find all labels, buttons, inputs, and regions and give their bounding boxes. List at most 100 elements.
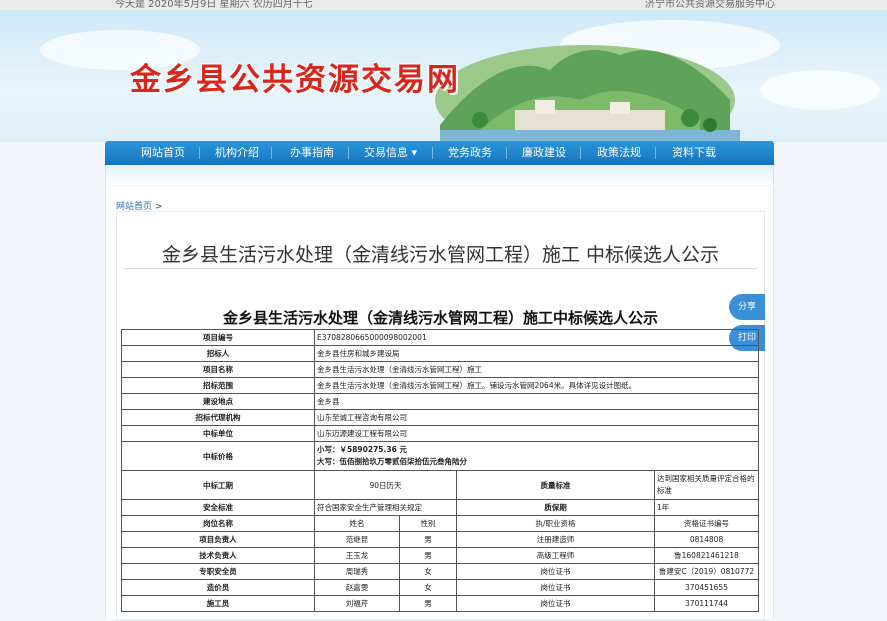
period-value: 90日历天 (314, 470, 457, 500)
safety-value: 符合国家安全生产管理相关规定 (314, 499, 457, 516)
table-row: 项目负责人 范继昆 男 注册建造师 0814808 (121, 531, 760, 548)
warranty-value: 1年 (653, 499, 760, 516)
announcement-table: 项目编号 E3708280665000098002001 招标人 金乡县住房和城… (121, 329, 760, 612)
table-row: 项目名称 金乡县生活污水处理（金清线污水管网工程）施工 (121, 361, 760, 378)
location-value: 金乡县 (313, 393, 760, 410)
staff-gender: 男 (399, 531, 457, 548)
project-no-value: E3708280665000098002001 (313, 329, 760, 346)
scope-value: 金乡县生活污水处理（金清线污水管网工程）施工。铺设污水管网2064米。具体详见设… (313, 377, 760, 394)
quality-label: 质量标准 (456, 470, 655, 500)
table-row: 中标工期 90日历天 质量标准 达到国家相关质量评定合格的标准 (121, 470, 760, 500)
staff-cert-no: 鲁160821461218 (653, 547, 760, 564)
center-name-link[interactable]: 济宁市公共资源交易服务中心 (645, 0, 775, 10)
staff-qualification: 岗位证书 (456, 563, 655, 580)
project-name-label: 项目名称 (121, 361, 315, 378)
staff-role: 造价员 (121, 579, 315, 596)
location-label: 建设地点 (121, 393, 315, 410)
staff-name: 周瑞秀 (314, 563, 400, 580)
staff-cert-no: 370451655 (653, 579, 760, 596)
nav-divider (432, 147, 433, 159)
table-row: 中标价格 小写：￥5890275.36 元 大写：伍佰捌拾玖万零贰佰柒拾伍元叁角… (121, 441, 760, 471)
nav-integrity[interactable]: 廉政建设 (522, 141, 566, 165)
staff-gender: 女 (399, 563, 457, 580)
site-title: 金乡县公共资源交易网 (130, 62, 460, 98)
project-name-value: 金乡县生活污水处理（金清线污水管网工程）施工 (313, 361, 760, 378)
staff-qualification: 高级工程师 (456, 547, 655, 564)
nav-guide[interactable]: 办事指南 (290, 141, 334, 165)
site-banner: 金乡县公共资源交易网 (0, 10, 887, 142)
table-row: 招标范围 金乡县生活污水处理（金清线污水管网工程）施工。铺设污水管网2064米。… (121, 377, 760, 394)
table-header-row: 岗位名称 姓名 性别 执/职业资格 资格证书编号 (121, 515, 760, 532)
staff-cert-no: 鲁建安C（2019）0810772 (653, 563, 760, 580)
staff-name: 王玉龙 (314, 547, 400, 564)
staff-role: 专职安全员 (121, 563, 315, 580)
table-row: 技术负责人 王玉龙 男 高级工程师 鲁160821461218 (121, 547, 760, 564)
price-small: 小写：￥5890275.36 元 (317, 445, 407, 454)
staff-role: 项目负责人 (121, 531, 315, 548)
main-nav: 网站首页 机构介绍 办事指南 交易信息 ▾ 党务政务 廉政建设 政策法规 资料下… (105, 141, 774, 165)
nav-policy[interactable]: 政策法规 (597, 141, 641, 165)
date-text: 今天是 2020年5月9日 星期六 农历四月十七 (115, 0, 313, 10)
table-row: 项目编号 E3708280665000098002001 (121, 329, 760, 346)
share-button[interactable]: 分享 (729, 294, 765, 320)
safety-label: 安全标准 (121, 499, 315, 516)
tenderer-value: 金乡县住房和城乡建设局 (313, 345, 760, 362)
staff-gender: 男 (399, 595, 457, 612)
table-row: 中标单位 山东迈源建设工程有限公司 (121, 425, 760, 442)
nav-divider (580, 147, 581, 159)
col-cert-no: 资格证书编号 (653, 515, 760, 532)
nav-trade-info[interactable]: 交易信息 ▾ (364, 141, 417, 165)
winner-label: 中标单位 (121, 425, 315, 442)
price-big: 大写：伍佰捌拾玖万零贰佰柒拾伍元叁角陆分 (317, 457, 467, 466)
table-row: 招标人 金乡县住房和城乡建设局 (121, 345, 760, 362)
col-role: 岗位名称 (121, 515, 315, 532)
agency-label: 招标代理机构 (121, 409, 315, 426)
nav-home[interactable]: 网站首页 (141, 141, 185, 165)
page-title: 金乡县生活污水处理（金清线污水管网工程）施工 中标候选人公示 (161, 244, 720, 266)
price-label: 中标价格 (121, 441, 315, 471)
winner-value: 山东迈源建设工程有限公司 (313, 425, 760, 442)
table-row: 造价员 赵嘉雯 女 岗位证书 370451655 (121, 579, 760, 596)
nav-divider (348, 147, 349, 159)
price-value: 小写：￥5890275.36 元 大写：伍佰捌拾玖万零贰佰柒拾伍元叁角陆分 (313, 441, 760, 471)
staff-role: 技术负责人 (121, 547, 315, 564)
table-row: 专职安全员 周瑞秀 女 岗位证书 鲁建安C（2019）0810772 (121, 563, 760, 580)
nav-divider (655, 147, 656, 159)
col-gender: 性别 (399, 515, 457, 532)
staff-qualification: 岗位证书 (456, 595, 655, 612)
staff-qualification: 注册建造师 (456, 531, 655, 548)
nav-divider (506, 147, 507, 159)
nav-downloads[interactable]: 资料下载 (672, 141, 716, 165)
staff-cert-no: 0814808 (653, 531, 760, 548)
col-qualification: 执/职业资格 (456, 515, 655, 532)
warranty-label: 质保期 (456, 499, 655, 516)
table-row: 建设地点 金乡县 (121, 393, 760, 410)
staff-cert-no: 370111744 (653, 595, 760, 612)
title-divider (124, 268, 757, 269)
cloud-decoration (760, 70, 880, 110)
table-row: 安全标准 符合国家安全生产管理相关规定 质保期 1年 (121, 499, 760, 516)
tenderer-label: 招标人 (121, 345, 315, 362)
table-row: 招标代理机构 山东至诚工程咨询有限公司 (121, 409, 760, 426)
nav-divider (271, 147, 272, 159)
staff-role: 施工员 (121, 595, 315, 612)
nav-about[interactable]: 机构介绍 (215, 141, 259, 165)
top-info-bar: 今天是 2020年5月9日 星期六 农历四月十七 济宁市公共资源交易服务中心 (0, 0, 887, 10)
staff-name: 赵嘉雯 (314, 579, 400, 596)
scenery-illustration (435, 45, 740, 142)
sub-nav-strip (105, 165, 774, 185)
nav-party-affairs[interactable]: 党务政务 (448, 141, 492, 165)
staff-name: 刘福芹 (314, 595, 400, 612)
staff-gender: 女 (399, 579, 457, 596)
quality-value: 达到国家相关质量评定合格的标准 (653, 470, 760, 500)
staff-qualification: 岗位证书 (456, 579, 655, 596)
table-row: 施工员 刘福芹 男 岗位证书 370111744 (121, 595, 760, 612)
agency-value: 山东至诚工程咨询有限公司 (313, 409, 760, 426)
col-name: 姓名 (314, 515, 400, 532)
staff-name: 范继昆 (314, 531, 400, 548)
document-title: 金乡县生活污水处理（金清线污水管网工程）施工中标候选人公示 (222, 309, 658, 327)
staff-gender: 男 (399, 547, 457, 564)
period-label: 中标工期 (121, 470, 315, 500)
project-no-label: 项目编号 (121, 329, 315, 346)
scope-label: 招标范围 (121, 377, 315, 394)
